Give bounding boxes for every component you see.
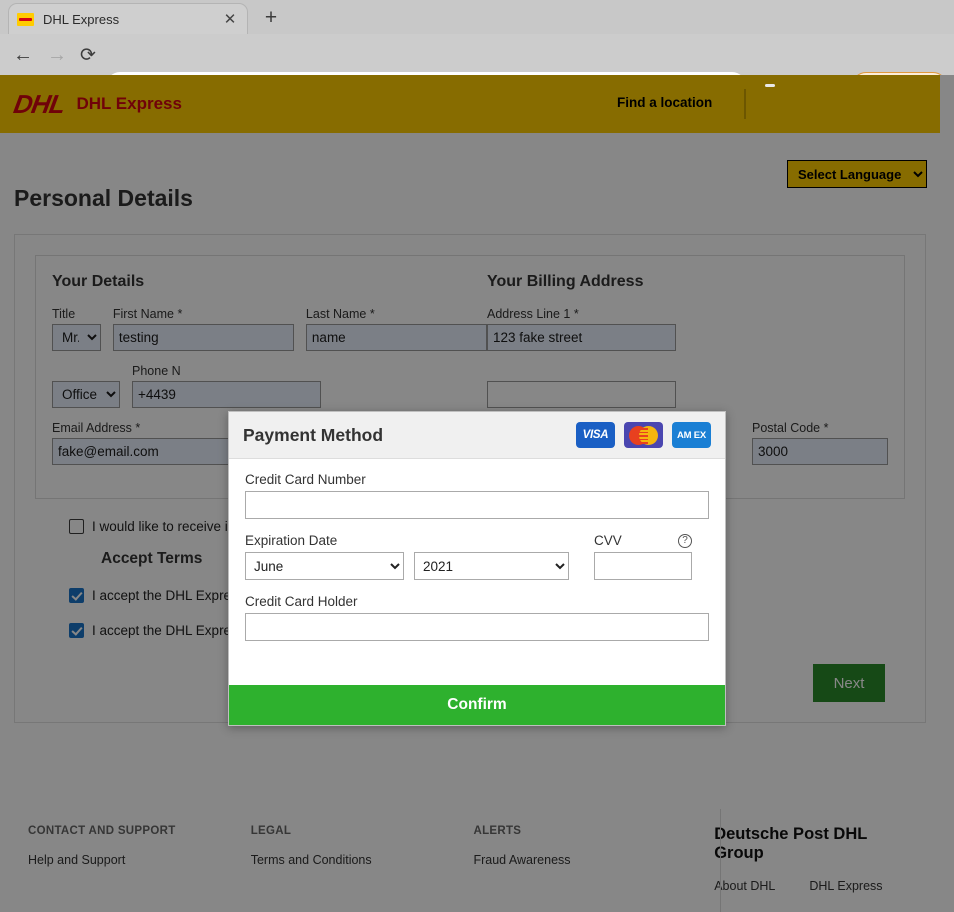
- tab-title: DHL Express: [43, 11, 120, 27]
- dhl-logo[interactable]: DHL DHL Express: [11, 88, 182, 120]
- postal-code-input[interactable]: [752, 438, 888, 465]
- address-line1-input[interactable]: [487, 324, 676, 351]
- reload-icon[interactable]: ⟳: [75, 42, 101, 68]
- address-line1-row: Address Line 1 *: [487, 307, 888, 351]
- browser-toolbar: ← → ⟳ ☆ ❖ Update: [0, 34, 954, 106]
- phone-input[interactable]: [132, 381, 321, 408]
- expiration-year-select[interactable]: 2021: [414, 552, 569, 580]
- expiration-month-select[interactable]: June: [245, 552, 404, 580]
- modal-body: Credit Card Number Expiration Date June …: [229, 459, 725, 641]
- terms-checkbox[interactable]: [69, 588, 84, 603]
- browser-window: DHL Express ✕ + ← → ⟳ ☆ ❖ Update: [0, 0, 954, 912]
- dhl-logo-mark: DHL: [11, 88, 68, 119]
- close-icon[interactable]: ✕: [221, 10, 239, 28]
- phone-type-select[interactable]: Office: [52, 381, 120, 408]
- card-holder-label: Credit Card Holder: [245, 594, 358, 609]
- address-line1-label: Address Line 1 *: [487, 307, 579, 321]
- name-row: Title Mr. First Name * testing Last Name…: [52, 307, 487, 351]
- card-number-label: Credit Card Number: [245, 472, 366, 487]
- page-title: Personal Details: [14, 185, 193, 211]
- first-name-label: First Name *: [112, 307, 183, 321]
- footer-heading: CONTACT AND SUPPORT: [28, 825, 176, 837]
- language-select[interactable]: Select Language: [787, 160, 927, 188]
- card-number-input[interactable]: [245, 491, 709, 519]
- amex-logo-icon: AM EX: [672, 422, 711, 448]
- visa-logo-icon: VISA: [576, 422, 615, 448]
- postal-code-label: Postal Code *: [752, 421, 829, 435]
- last-name-input[interactable]: [305, 324, 487, 351]
- new-tab-button[interactable]: +: [258, 5, 284, 31]
- email-label: Email Address *: [52, 421, 141, 435]
- forward-arrow-icon[interactable]: →: [44, 42, 70, 68]
- phone-label: Phone N: [132, 364, 181, 378]
- footer-column-alerts: ALERTS Fraud Awareness: [473, 825, 696, 902]
- payment-method-modal: Payment Method VISA AM EX Credit Card Nu…: [228, 411, 726, 726]
- phone-row: Office Phone N: [52, 364, 487, 408]
- footer-column-contact: CONTACT AND SUPPORT Help and Support: [28, 825, 251, 902]
- confirm-button[interactable]: Confirm: [229, 685, 725, 725]
- footer-brand-link[interactable]: About DHL: [714, 879, 775, 893]
- cvv-label: CVV: [594, 533, 622, 548]
- terms-checkbox-label: I accept the DHL Express: [92, 588, 245, 603]
- expiration-date-label: Expiration Date: [245, 533, 338, 548]
- mastercard-logo-icon: [624, 422, 663, 448]
- next-button[interactable]: Next: [813, 664, 885, 702]
- footer-divider: [720, 809, 721, 912]
- footer-link[interactable]: Help and Support: [28, 853, 251, 867]
- footer-link[interactable]: Terms and Conditions: [251, 853, 474, 867]
- footer-brand-column: Deutsche Post DHL Group About DHL DHL Ex…: [696, 825, 912, 902]
- billing-address-title: Your Billing Address: [487, 273, 644, 290]
- site-header: DHL DHL Express Find a location: [0, 75, 940, 133]
- privacy-checkbox[interactable]: [69, 623, 84, 638]
- first-name-input[interactable]: [112, 324, 294, 351]
- footer-link[interactable]: Fraud Awareness: [473, 853, 696, 867]
- cvv-help-icon[interactable]: ?: [678, 533, 692, 548]
- footer-brand-title: Deutsche Post DHL Group: [714, 825, 868, 862]
- header-divider: [744, 89, 746, 119]
- footer-column-legal: LEGAL Terms and Conditions: [251, 825, 474, 902]
- privacy-checkbox-label: I accept the DHL Express: [92, 623, 245, 638]
- email-input[interactable]: [52, 438, 241, 465]
- page-viewport: DHL DHL Express Find a location Select L…: [0, 75, 954, 912]
- title-select[interactable]: Mr.: [52, 324, 101, 351]
- footer-heading: LEGAL: [250, 825, 292, 837]
- tab-strip: DHL Express ✕ +: [0, 0, 954, 34]
- title-label: Title: [52, 307, 76, 321]
- expiration-cvv-row: Expiration Date June 2021 CVV ?: [245, 533, 709, 580]
- address-line2-input[interactable]: [487, 381, 676, 408]
- footer-brand-link[interactable]: DHL Express: [809, 879, 882, 893]
- your-details-title: Your Details: [52, 273, 145, 290]
- card-holder-group: Credit Card Holder: [245, 594, 709, 641]
- accepted-cards: VISA AM EX: [576, 422, 711, 448]
- modal-title: Payment Method: [243, 424, 384, 445]
- last-name-label: Last Name *: [305, 307, 375, 321]
- footer-heading: ALERTS: [473, 825, 522, 837]
- address-line2-row: [487, 364, 888, 408]
- site-footer: CONTACT AND SUPPORT Help and Support LEG…: [14, 799, 926, 912]
- dhl-favicon-icon: [17, 12, 34, 26]
- marketing-checkbox-label: I would like to receive info: [92, 519, 247, 534]
- modal-header: Payment Method VISA AM EX: [229, 412, 725, 459]
- back-arrow-icon[interactable]: ←: [10, 42, 36, 68]
- card-holder-input[interactable]: [245, 613, 709, 641]
- marketing-checkbox[interactable]: [69, 519, 84, 534]
- browser-tab[interactable]: DHL Express ✕: [8, 3, 248, 34]
- find-a-location-link[interactable]: Find a location: [617, 95, 712, 110]
- cvv-input[interactable]: [594, 552, 692, 580]
- dhl-logo-text: DHL Express: [76, 94, 182, 113]
